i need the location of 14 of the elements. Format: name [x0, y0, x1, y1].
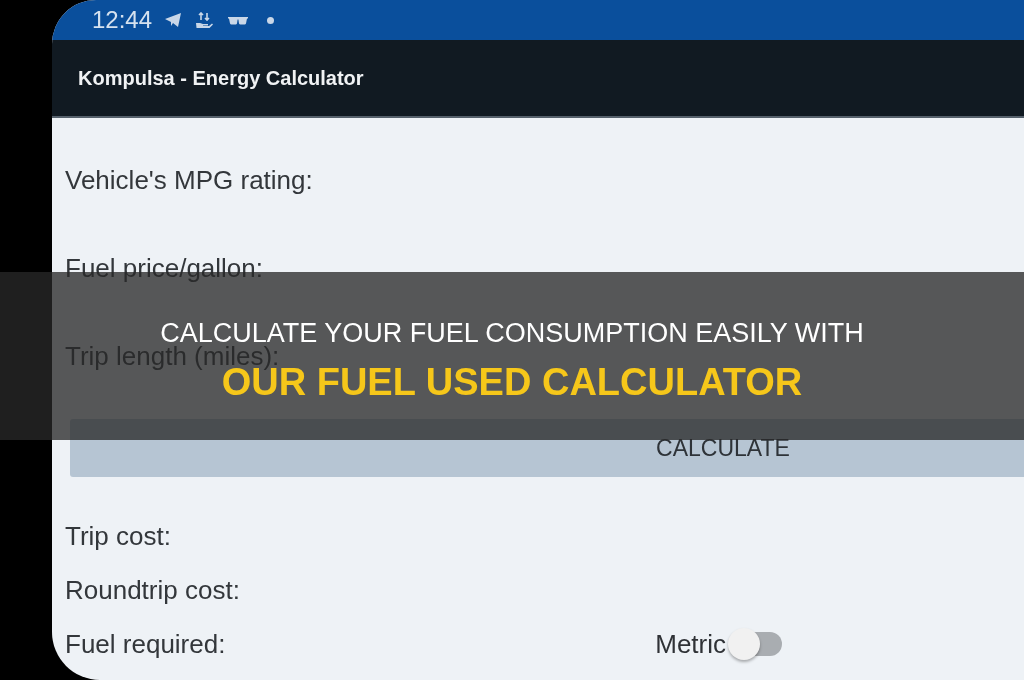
headline-text: OUR FUEL USED CALCULATOR [221, 361, 803, 403]
result-label: Fuel required: [65, 628, 226, 660]
status-time: 12:44 [92, 6, 153, 34]
hand-arrows-icon [196, 12, 214, 28]
metric-switch[interactable] [728, 627, 782, 661]
result-label: Roundtrip cost: [65, 574, 240, 606]
switch-label: Metric [655, 628, 726, 660]
result-label: Trip cost: [65, 520, 171, 552]
field-label: Vehicle's MPG rating: [65, 164, 313, 196]
headline-text: CALCULATE YOUR FUEL CONSUMPTION EASILY WITH [160, 317, 864, 348]
app-title: Kompulsa - Energy Calculator [78, 66, 364, 91]
paper-plane-icon [165, 13, 182, 27]
dot-icon [267, 16, 275, 24]
glasses-icon [228, 15, 249, 25]
